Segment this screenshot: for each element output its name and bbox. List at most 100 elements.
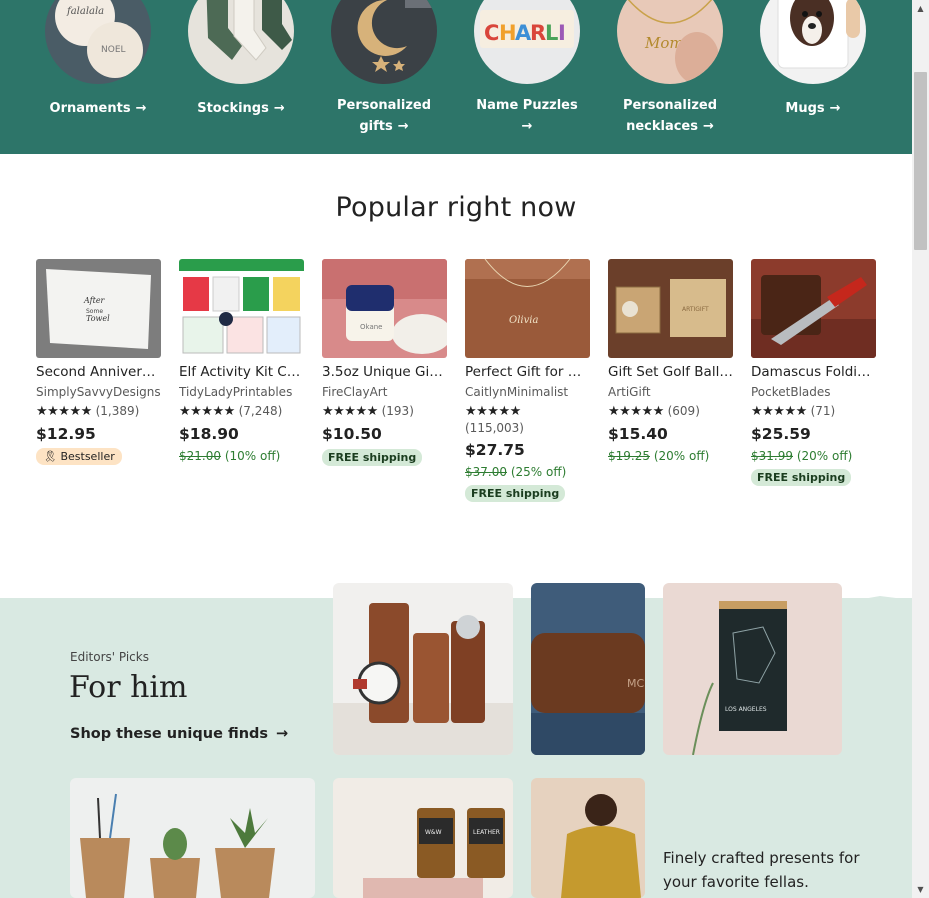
- svg-text:After: After: [83, 296, 106, 305]
- review-count: (609): [667, 404, 700, 418]
- shop-name: SimplySavvyDesignsCo: [36, 385, 161, 399]
- rating: ★★★★★ (7,248): [179, 403, 304, 420]
- review-count: (1,389): [95, 404, 140, 418]
- svg-text:C: C: [484, 21, 499, 45]
- category-label: Ornaments: [49, 101, 131, 116]
- listing-card[interactable]: ARTIGIFT Gift Set Golf Ball Marker ArtiG…: [608, 259, 733, 464]
- category-label: Personalized: [336, 98, 432, 113]
- scroll-down-arrow-icon[interactable]: ▼: [912, 881, 929, 898]
- arrow-right-icon: →: [397, 119, 409, 134]
- editors-picks-description: Finely crafted presents for your favorit…: [663, 849, 860, 891]
- arrow-right-icon: →: [276, 726, 289, 742]
- listing-card[interactable]: After Some Towel Second Anniversary Gift…: [36, 259, 161, 465]
- planters-tile[interactable]: [70, 778, 315, 898]
- section-title: Popular right now: [335, 192, 577, 223]
- svg-text:NOEL: NOEL: [101, 45, 126, 55]
- price: $27.75: [465, 441, 525, 459]
- shop-unique-finds-link[interactable]: Shop these unique finds →: [70, 726, 288, 742]
- listing-image: [179, 259, 304, 358]
- personalized-necklaces-image: Mom: [617, 0, 723, 84]
- original-price: $19.25 (20% off): [608, 448, 733, 464]
- shop-name: PocketBlades: [751, 385, 831, 399]
- svg-text:Okane: Okane: [360, 323, 382, 331]
- listing-image: After Some Towel: [36, 259, 161, 358]
- free-shipping-badge: FREE shipping: [751, 469, 852, 486]
- star-rating-icon: ★★★★★: [465, 404, 521, 419]
- shop-name: CaitlynMinimalist: [465, 385, 569, 399]
- review-count: (193): [381, 404, 414, 418]
- price: $25.59: [751, 425, 811, 443]
- original-price: $21.00 (10% off): [179, 448, 304, 464]
- listing-image: ARTIGIFT: [608, 259, 733, 358]
- star-rating-icon: ★★★★★: [322, 404, 378, 419]
- svg-text:I: I: [558, 21, 566, 45]
- shop-name: ArtiGift: [608, 385, 651, 399]
- leather-bag-tile[interactable]: MC: [531, 583, 645, 755]
- price: $12.95: [36, 425, 96, 443]
- svg-text:Olivia: Olivia: [509, 315, 538, 326]
- listing-card[interactable]: Okane 3.5oz Unique Gift Candle FireClayA…: [322, 259, 447, 466]
- award-icon: 🎗: [43, 450, 57, 463]
- scroll-up-arrow-icon[interactable]: ▲: [912, 0, 929, 17]
- listing-card[interactable]: Olivia Perfect Gift for Her Name Necklac…: [465, 259, 590, 502]
- svg-text:LEATHER: LEATHER: [473, 829, 500, 836]
- mugs-image: [760, 0, 866, 84]
- listing-title[interactable]: Damascus Folding Knife: [751, 363, 876, 381]
- listing-title[interactable]: Elf Activity Kit Christmas: [179, 363, 304, 381]
- listing-card[interactable]: Elf Activity Kit Christmas TidyLadyPrint…: [179, 259, 304, 464]
- listing-image: Okane: [322, 259, 447, 358]
- free-shipping-badge: FREE shipping: [465, 485, 566, 502]
- price: $18.90: [179, 425, 239, 443]
- rating: ★★★★★ (193): [322, 403, 447, 420]
- listing-title[interactable]: Perfect Gift for Her Name Necklace: [465, 363, 590, 381]
- city-map-print-tile[interactable]: LOS ANGELES: [663, 583, 842, 755]
- watch-stand-tile[interactable]: [333, 583, 513, 755]
- arrow-right-icon: →: [273, 101, 285, 116]
- name-puzzles-image: C H A R L I: [474, 0, 580, 84]
- price: $10.50: [322, 425, 382, 443]
- sweater-tile[interactable]: [531, 778, 645, 898]
- discount: (20% off): [653, 449, 710, 463]
- price: $15.40: [608, 425, 668, 443]
- svg-text:L: L: [545, 21, 558, 45]
- bestseller-badge: 🎗 Bestseller: [36, 448, 122, 465]
- shop-name: FireClayArt: [322, 385, 388, 399]
- personalized-gifts-image: [331, 0, 437, 84]
- shop-name: TidyLadyPrintables: [179, 385, 293, 399]
- category-label-line2: gifts: [359, 119, 393, 134]
- editors-picks-title: For him: [69, 670, 188, 705]
- badge-label: Bestseller: [60, 450, 115, 463]
- category-label: Mugs: [785, 101, 825, 116]
- editors-picks-kicker: Editors' Picks: [70, 650, 149, 664]
- category-label: Stockings: [197, 101, 269, 116]
- rating: ★★★★★ (1,389): [36, 403, 161, 420]
- candles-tile[interactable]: W&W LEATHER: [333, 778, 513, 898]
- listing-card[interactable]: Damascus Folding Knife PocketBlades ★★★★…: [751, 259, 876, 486]
- strikethrough-price: $37.00: [465, 465, 507, 479]
- review-count: (7,248): [238, 404, 283, 418]
- original-price: $31.99 (20% off): [751, 448, 876, 464]
- listing-title[interactable]: Gift Set Golf Ball Marker: [608, 363, 733, 381]
- listing-title[interactable]: Second Anniversary Gift, Cotton Tea Towe…: [36, 363, 161, 381]
- stockings-image: [188, 0, 294, 84]
- listing-image: [751, 259, 876, 358]
- listing-title[interactable]: 3.5oz Unique Gift Candle: [322, 363, 447, 381]
- star-rating-icon: ★★★★★: [179, 404, 235, 419]
- scrollbar-thumb[interactable]: [914, 72, 927, 250]
- rating: ★★★★★ (115,003): [465, 403, 590, 436]
- svg-text:H: H: [499, 21, 517, 45]
- discount: (10% off): [224, 449, 281, 463]
- free-shipping-badge: FREE shipping: [322, 449, 423, 466]
- listing-image: Olivia: [465, 259, 590, 358]
- svg-text:LOS ANGELES: LOS ANGELES: [725, 706, 767, 713]
- rating: ★★★★★ (609): [608, 403, 733, 420]
- category-label-line2: necklaces: [626, 119, 698, 134]
- rating: ★★★★★ (71): [751, 403, 876, 420]
- ornaments-image: falalala NOEL: [45, 0, 151, 84]
- arrow-right-icon: →: [135, 101, 147, 116]
- vertical-scrollbar[interactable]: ▲ ▼: [912, 0, 929, 898]
- category-label: Name Puzzles: [476, 98, 578, 113]
- svg-text:MC: MC: [627, 677, 644, 690]
- strikethrough-price: $21.00: [179, 449, 221, 463]
- review-count: (115,003): [465, 421, 524, 435]
